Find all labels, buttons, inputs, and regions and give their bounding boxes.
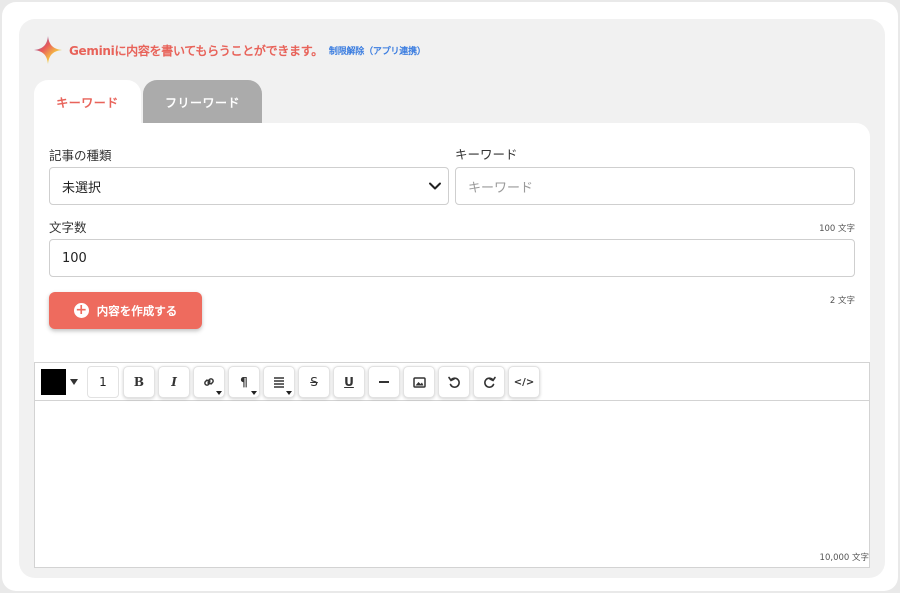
- gemini-panel: Geminiに内容を書いてもらうことができます。 制限解除（アプリ連携） キーワ…: [19, 19, 885, 578]
- caret-down-icon: [216, 391, 222, 395]
- align-glyph-icon: [274, 377, 284, 388]
- gemini-sparkle-icon: [34, 36, 62, 64]
- paragraph-icon[interactable]: ¶: [228, 366, 260, 398]
- font-color-swatch[interactable]: [41, 369, 66, 395]
- paragraph-glyph: ¶: [240, 375, 248, 389]
- underline-icon[interactable]: U: [333, 366, 365, 398]
- editor-toolbar: 1 B I ¶ S U </>: [35, 363, 869, 401]
- tab-freeword[interactable]: フリーワード: [143, 80, 262, 124]
- bold-icon[interactable]: B: [123, 366, 155, 398]
- caret-down-icon: [286, 391, 292, 395]
- unlock-limit-link[interactable]: 制限解除（アプリ連携）: [329, 44, 426, 57]
- image-glyph-icon: [412, 376, 426, 388]
- editor-char-counter: 10,000 文字: [819, 553, 869, 563]
- strikethrough-icon[interactable]: S: [298, 366, 330, 398]
- italic-icon[interactable]: I: [158, 366, 190, 398]
- char-count-input[interactable]: 100: [49, 239, 855, 277]
- header-description: Geminiに内容を書いてもらうことができます。: [69, 43, 323, 58]
- image-icon[interactable]: [403, 366, 435, 398]
- char-count-counter: 2 文字: [829, 296, 855, 306]
- keyword-placeholder: キーワード: [468, 180, 534, 196]
- plus-circle-icon: +: [73, 302, 89, 318]
- char-count-value: 100: [62, 250, 87, 266]
- align-icon[interactable]: [263, 366, 295, 398]
- keyword-label: キーワード: [455, 147, 518, 162]
- panel-header: Geminiに内容を書いてもらうことができます。 制限解除（アプリ連携）: [33, 35, 426, 65]
- tab-content: 記事の種類 未選択 キーワード キーワード 100 文字 文字数 100 2 文…: [34, 123, 870, 568]
- chevron-down-icon: [429, 182, 441, 190]
- tab-keyword[interactable]: キーワード: [34, 80, 141, 124]
- create-content-button[interactable]: + 内容を作成する: [49, 292, 202, 329]
- font-size-input[interactable]: 1: [87, 366, 119, 398]
- keyword-char-counter: 100 文字: [819, 224, 855, 234]
- rich-text-editor: 1 B I ¶ S U </>: [34, 362, 870, 568]
- link-icon[interactable]: [193, 366, 225, 398]
- article-type-select[interactable]: 未選択: [49, 167, 449, 205]
- redo-glyph-icon: [483, 376, 496, 388]
- char-count-label: 文字数: [49, 220, 87, 235]
- link-glyph-icon: [204, 378, 214, 386]
- caret-down-icon[interactable]: [70, 379, 78, 385]
- article-type-value: 未選択: [62, 180, 102, 196]
- undo-glyph-icon: [447, 376, 460, 388]
- hr-glyph-icon: [379, 381, 389, 383]
- create-button-label: 内容を作成する: [96, 303, 178, 318]
- undo-icon[interactable]: [438, 366, 470, 398]
- keyword-input[interactable]: キーワード: [455, 167, 855, 205]
- article-type-label: 記事の種類: [49, 148, 112, 163]
- editor-text-area[interactable]: [35, 401, 869, 567]
- code-icon[interactable]: </>: [508, 366, 540, 398]
- horizontal-rule-icon[interactable]: [368, 366, 400, 398]
- redo-icon[interactable]: [473, 366, 505, 398]
- caret-down-icon: [251, 391, 257, 395]
- page-container: Geminiに内容を書いてもらうことができます。 制限解除（アプリ連携） キーワ…: [2, 2, 898, 591]
